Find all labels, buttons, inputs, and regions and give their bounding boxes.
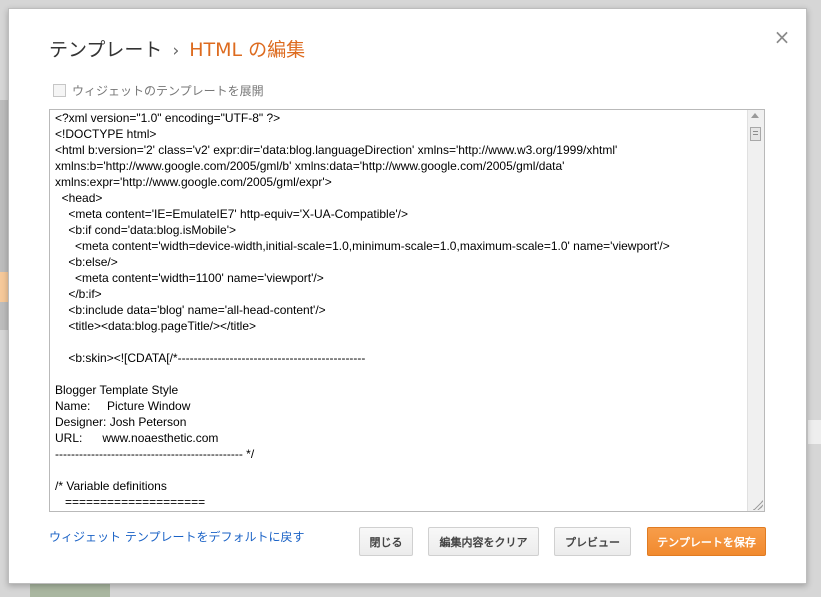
code-line: xmlns:b='http://www.google.com/2005/gml/… xyxy=(55,159,565,173)
code-line: <meta content='IE=EmulateIE7' http-equiv… xyxy=(55,207,409,221)
background-panel xyxy=(808,420,821,444)
code-line: URL: www.noaesthetic.com xyxy=(55,431,219,445)
code-line: Name: Picture Window xyxy=(55,399,191,413)
code-line: <b:else/> xyxy=(55,255,118,269)
code-line: Designer: Josh Peterson xyxy=(55,415,187,429)
code-line: <title><data:blog.pageTitle/></title> xyxy=(55,319,257,333)
code-line: <b:if cond='data:blog.isMobile'> xyxy=(55,223,237,237)
code-line: ----------------------------------------… xyxy=(55,447,255,461)
close-button[interactable]: 閉じる xyxy=(359,527,413,556)
background-highlight xyxy=(0,272,8,302)
editor-scrollbar[interactable] xyxy=(747,110,764,511)
code-line: <?xml version="1.0" encoding="UTF-8" ?> xyxy=(55,111,281,125)
scroll-thumb[interactable] xyxy=(750,127,761,141)
edit-html-dialog: × テンプレート › HTML の編集 ウィジェットのテンプレートを展開 <?xml… xyxy=(8,8,807,584)
close-icon[interactable]: × xyxy=(772,27,792,47)
template-code-editor[interactable]: <?xml version="1.0" encoding="UTF-8" ?> <… xyxy=(49,109,765,512)
code-line: <b:skin><![CDATA[/*---------------------… xyxy=(55,351,366,365)
code-line: xmlns:expr='http://www.google.com/2005/g… xyxy=(55,175,332,189)
code-line: </b:if> xyxy=(55,287,102,301)
code-line: <html b:version='2' class='v2' expr:dir=… xyxy=(55,143,618,157)
chevron-right-icon: › xyxy=(172,41,180,61)
reset-widget-templates-link[interactable]: ウィジェット テンプレートをデフォルトに戻す xyxy=(49,528,304,545)
scroll-up-arrow-icon[interactable] xyxy=(751,113,759,118)
code-line: <meta content='width=1100' name='viewpor… xyxy=(55,271,324,285)
preview-button[interactable]: プレビュー xyxy=(554,527,631,556)
code-line: <meta content='width=device-width,initia… xyxy=(55,239,670,253)
breadcrumb-current: HTML の編集 xyxy=(189,39,306,61)
clear-edits-button[interactable]: 編集内容をクリア xyxy=(428,527,539,556)
code-line: ==================== xyxy=(55,495,206,509)
code-text[interactable]: <?xml version="1.0" encoding="UTF-8" ?> <… xyxy=(55,110,745,510)
page-title: テンプレート › HTML の編集 xyxy=(49,35,305,62)
code-line: <!DOCTYPE html> xyxy=(55,127,157,141)
breadcrumb-parent[interactable]: テンプレート xyxy=(49,39,162,61)
code-line: <b:include data='blog' name='all-head-co… xyxy=(55,303,326,317)
code-line: /* Variable definitions xyxy=(55,479,167,493)
expand-widgets-option[interactable]: ウィジェットのテンプレートを展開 xyxy=(53,82,264,99)
code-line: <head> xyxy=(55,191,103,205)
expand-widgets-label: ウィジェットのテンプレートを展開 xyxy=(72,84,264,98)
background-image xyxy=(30,584,110,597)
code-line: Blogger Template Style xyxy=(55,383,179,397)
expand-widgets-checkbox[interactable] xyxy=(53,84,66,97)
save-template-button[interactable]: テンプレートを保存 xyxy=(647,527,766,556)
resize-grip-icon[interactable] xyxy=(753,500,763,510)
